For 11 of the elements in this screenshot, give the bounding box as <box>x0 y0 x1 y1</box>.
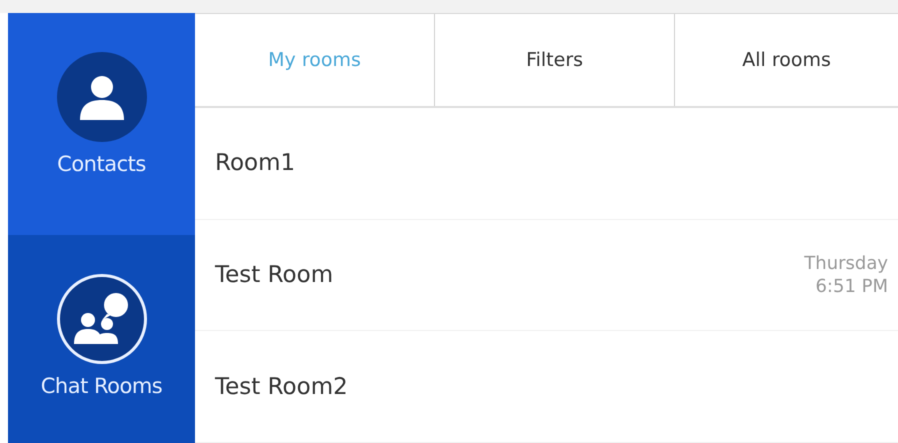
sidebar-item[interactable]: Chat Rooms <box>8 235 195 443</box>
sidebar-label: Chat Rooms <box>40 374 162 398</box>
people-chat-icon <box>74 292 130 346</box>
room-name: Test Room2 <box>215 374 348 400</box>
room-name: Room1 <box>215 150 296 176</box>
timestamp: Thursday 6:51 PM <box>804 252 888 298</box>
sidebar-item[interactable]: Contacts <box>8 13 195 235</box>
room-row[interactable]: Test Room Thursday 6:51 PM <box>195 220 898 332</box>
room-name: Test Room <box>215 262 334 288</box>
sidebar-label: Contacts <box>57 152 146 176</box>
person-icon <box>80 74 124 120</box>
